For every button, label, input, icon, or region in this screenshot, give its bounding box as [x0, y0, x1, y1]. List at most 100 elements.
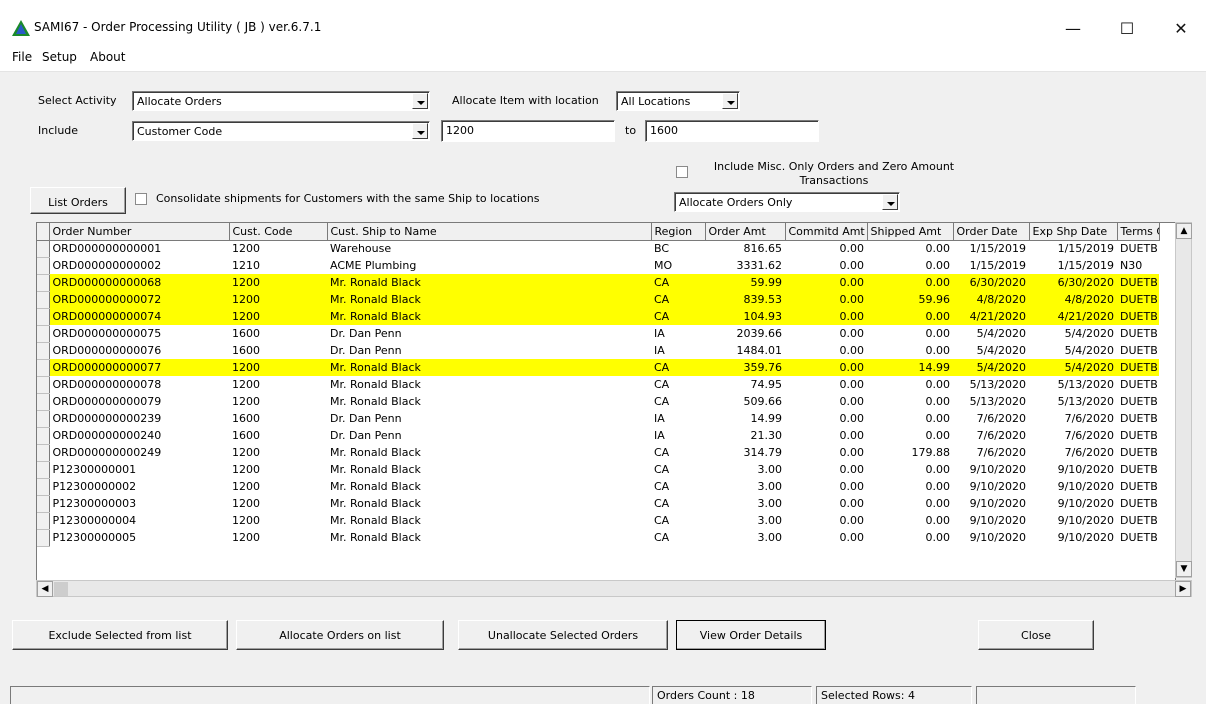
consolidate-checkbox[interactable] [135, 193, 147, 205]
table-cell: 21.30 [750, 429, 783, 442]
table-row[interactable]: P12300000005 1200 Mr. Ronald Black CA 3.00 0.… [37, 529, 1159, 547]
table-cell: DUETB [1120, 242, 1158, 256]
row-selector[interactable] [37, 291, 50, 309]
scroll-right-icon[interactable]: ▶ [1175, 581, 1191, 597]
menu-about[interactable]: About [90, 50, 125, 64]
table-row[interactable]: P12300000004 1200 Mr. Ronald Black CA 3.00 0.… [37, 512, 1159, 530]
row-selector[interactable] [37, 427, 50, 445]
chevron-down-icon[interactable] [412, 93, 428, 109]
row-selector[interactable] [37, 325, 50, 343]
column-header[interactable]: Cust. Ship to Name [327, 223, 652, 241]
include-select[interactable]: Customer Code [132, 121, 430, 141]
minimize-icon[interactable]: — [1050, 14, 1096, 44]
row-selector[interactable] [37, 444, 50, 462]
include-select-value: Customer Code [137, 125, 223, 138]
row-selector[interactable] [37, 410, 50, 428]
vertical-scrollbar[interactable]: ▲ ▼ [1175, 222, 1192, 578]
table-row[interactable]: ORD000000000002 1210 ACME Plumbing MO 3331.6… [37, 257, 1159, 275]
table-row[interactable]: ORD000000000240 1600 Dr. Dan Penn IA 21.30 0.… [37, 427, 1159, 445]
scroll-left-icon[interactable]: ◀ [37, 581, 53, 597]
row-selector[interactable] [37, 308, 50, 326]
column-header[interactable]: Commitd Amt [785, 223, 868, 241]
menu-bar [0, 44, 1206, 72]
row-selector[interactable] [37, 478, 50, 496]
range-from-input[interactable]: 1200 [441, 120, 615, 142]
scope-select[interactable]: Allocate Orders Only [674, 192, 900, 212]
table-row[interactable]: ORD000000000075 1600 Dr. Dan Penn IA 2039.66… [37, 325, 1159, 343]
table-row[interactable]: ORD000000000239 1600 Dr. Dan Penn IA 14.99 0.… [37, 410, 1159, 428]
close-icon[interactable]: ✕ [1158, 14, 1204, 44]
allocate-orders-button[interactable]: Allocate Orders on list [236, 620, 444, 650]
scroll-up-icon[interactable]: ▲ [1176, 223, 1192, 239]
unallocate-selected-button[interactable]: Unallocate Selected Orders [458, 620, 668, 650]
exclude-selected-button[interactable]: Exclude Selected from list [12, 620, 228, 650]
row-selector[interactable] [37, 240, 50, 258]
table-row[interactable]: ORD000000000068 1200 Mr. Ronald Black CA 59.… [37, 274, 1159, 292]
table-cell: 1200 [229, 291, 327, 308]
scroll-thumb[interactable] [54, 582, 68, 596]
table-cell: ORD000000000068 [49, 274, 229, 291]
orders-grid[interactable]: Order Number Cust. Code Cust. Ship to Na… [36, 222, 1176, 596]
misc-orders-checkbox[interactable] [676, 166, 688, 178]
table-cell: N30 [1120, 259, 1143, 272]
list-orders-button[interactable]: List Orders [30, 187, 126, 214]
table-row[interactable]: P12300000002 1200 Mr. Ronald Black CA 3.00 0.… [37, 478, 1159, 496]
column-header[interactable]: Shipped Amt [867, 223, 954, 241]
menu-file[interactable]: File [12, 50, 32, 64]
table-row[interactable]: P12300000003 1200 Mr. Ronald Black CA 3.00 0.… [37, 495, 1159, 513]
table-row[interactable]: P12300000001 1200 Mr. Ronald Black CA 3.00 0.… [37, 461, 1159, 479]
table-row[interactable]: ORD000000000074 1200 Mr. Ronald Black CA 104… [37, 308, 1159, 326]
table-cell: 0.00 [925, 412, 951, 425]
column-header[interactable]: Exp Shp Date [1029, 223, 1118, 241]
scroll-down-icon[interactable]: ▼ [1176, 561, 1192, 577]
row-selector[interactable] [37, 342, 50, 360]
column-header[interactable]: Order Number [49, 223, 230, 241]
table-cell: DUETB [1120, 327, 1158, 340]
chevron-down-icon[interactable] [882, 194, 898, 210]
table-row[interactable]: ORD000000000079 1200 Mr. Ronald Black CA 509… [37, 393, 1159, 411]
row-selector[interactable] [37, 274, 50, 292]
row-selector[interactable] [37, 393, 50, 411]
table-cell: CA [654, 497, 670, 510]
table-cell: ORD000000000074 [49, 308, 229, 325]
table-cell: 4/21/2020 [953, 308, 1029, 325]
range-to-input[interactable]: 1600 [645, 120, 819, 142]
table-row[interactable]: ORD000000000078 1200 Mr. Ronald Black CA 74.… [37, 376, 1159, 394]
allocate-orders-label: Allocate Orders on list [279, 629, 401, 642]
maximize-icon[interactable]: ☐ [1104, 14, 1150, 44]
menu-setup[interactable]: Setup [42, 50, 77, 64]
row-selector[interactable] [37, 512, 50, 530]
row-selector[interactable] [37, 257, 50, 275]
column-header[interactable]: Order Amt [705, 223, 786, 241]
location-select[interactable]: All Locations [616, 91, 740, 111]
column-header[interactable]: Region [651, 223, 706, 241]
row-selector[interactable] [37, 359, 50, 377]
column-header[interactable]: Cust. Code [229, 223, 328, 241]
consolidate-label: Consolidate shipments for Customers with… [156, 192, 540, 205]
view-order-details-button[interactable]: View Order Details [676, 620, 826, 650]
chevron-down-icon[interactable] [412, 123, 428, 139]
row-selector[interactable] [37, 529, 50, 547]
table-row[interactable]: ORD000000000072 1200 Mr. Ronald Black CA 839… [37, 291, 1159, 309]
table-cell: Dr. Dan Penn [330, 327, 402, 340]
row-selector[interactable] [37, 461, 50, 479]
table-cell: 1600 [232, 344, 260, 357]
close-button[interactable]: Close [978, 620, 1094, 650]
row-selector[interactable] [37, 376, 50, 394]
table-row[interactable]: ORD000000000249 1200 Mr. Ronald Black CA 314… [37, 444, 1159, 462]
table-cell: 4/8/2020 [1029, 291, 1117, 308]
horizontal-scrollbar[interactable]: ◀ ▶ [36, 580, 1192, 597]
row-selector[interactable] [37, 495, 50, 513]
table-cell: 7/6/2020 [1064, 429, 1114, 442]
table-cell: 9/10/2020 [969, 480, 1026, 493]
table-cell: P12300000003 [52, 497, 137, 510]
column-header[interactable]: Order Date [953, 223, 1030, 241]
range-to-value: 1600 [650, 124, 678, 137]
chevron-down-icon[interactable] [722, 93, 738, 109]
column-header[interactable]: Terms C [1117, 223, 1160, 241]
table-row[interactable]: ORD000000000076 1600 Dr. Dan Penn IA 1484.01… [37, 342, 1159, 360]
activity-select[interactable]: Allocate Orders [132, 91, 430, 111]
table-row[interactable]: ORD000000000077 1200 Mr. Ronald Black CA 359… [37, 359, 1159, 377]
table-cell: 0.00 [839, 531, 865, 544]
table-row[interactable]: ORD000000000001 1200 Warehouse BC 816.65 0.00… [37, 240, 1159, 258]
